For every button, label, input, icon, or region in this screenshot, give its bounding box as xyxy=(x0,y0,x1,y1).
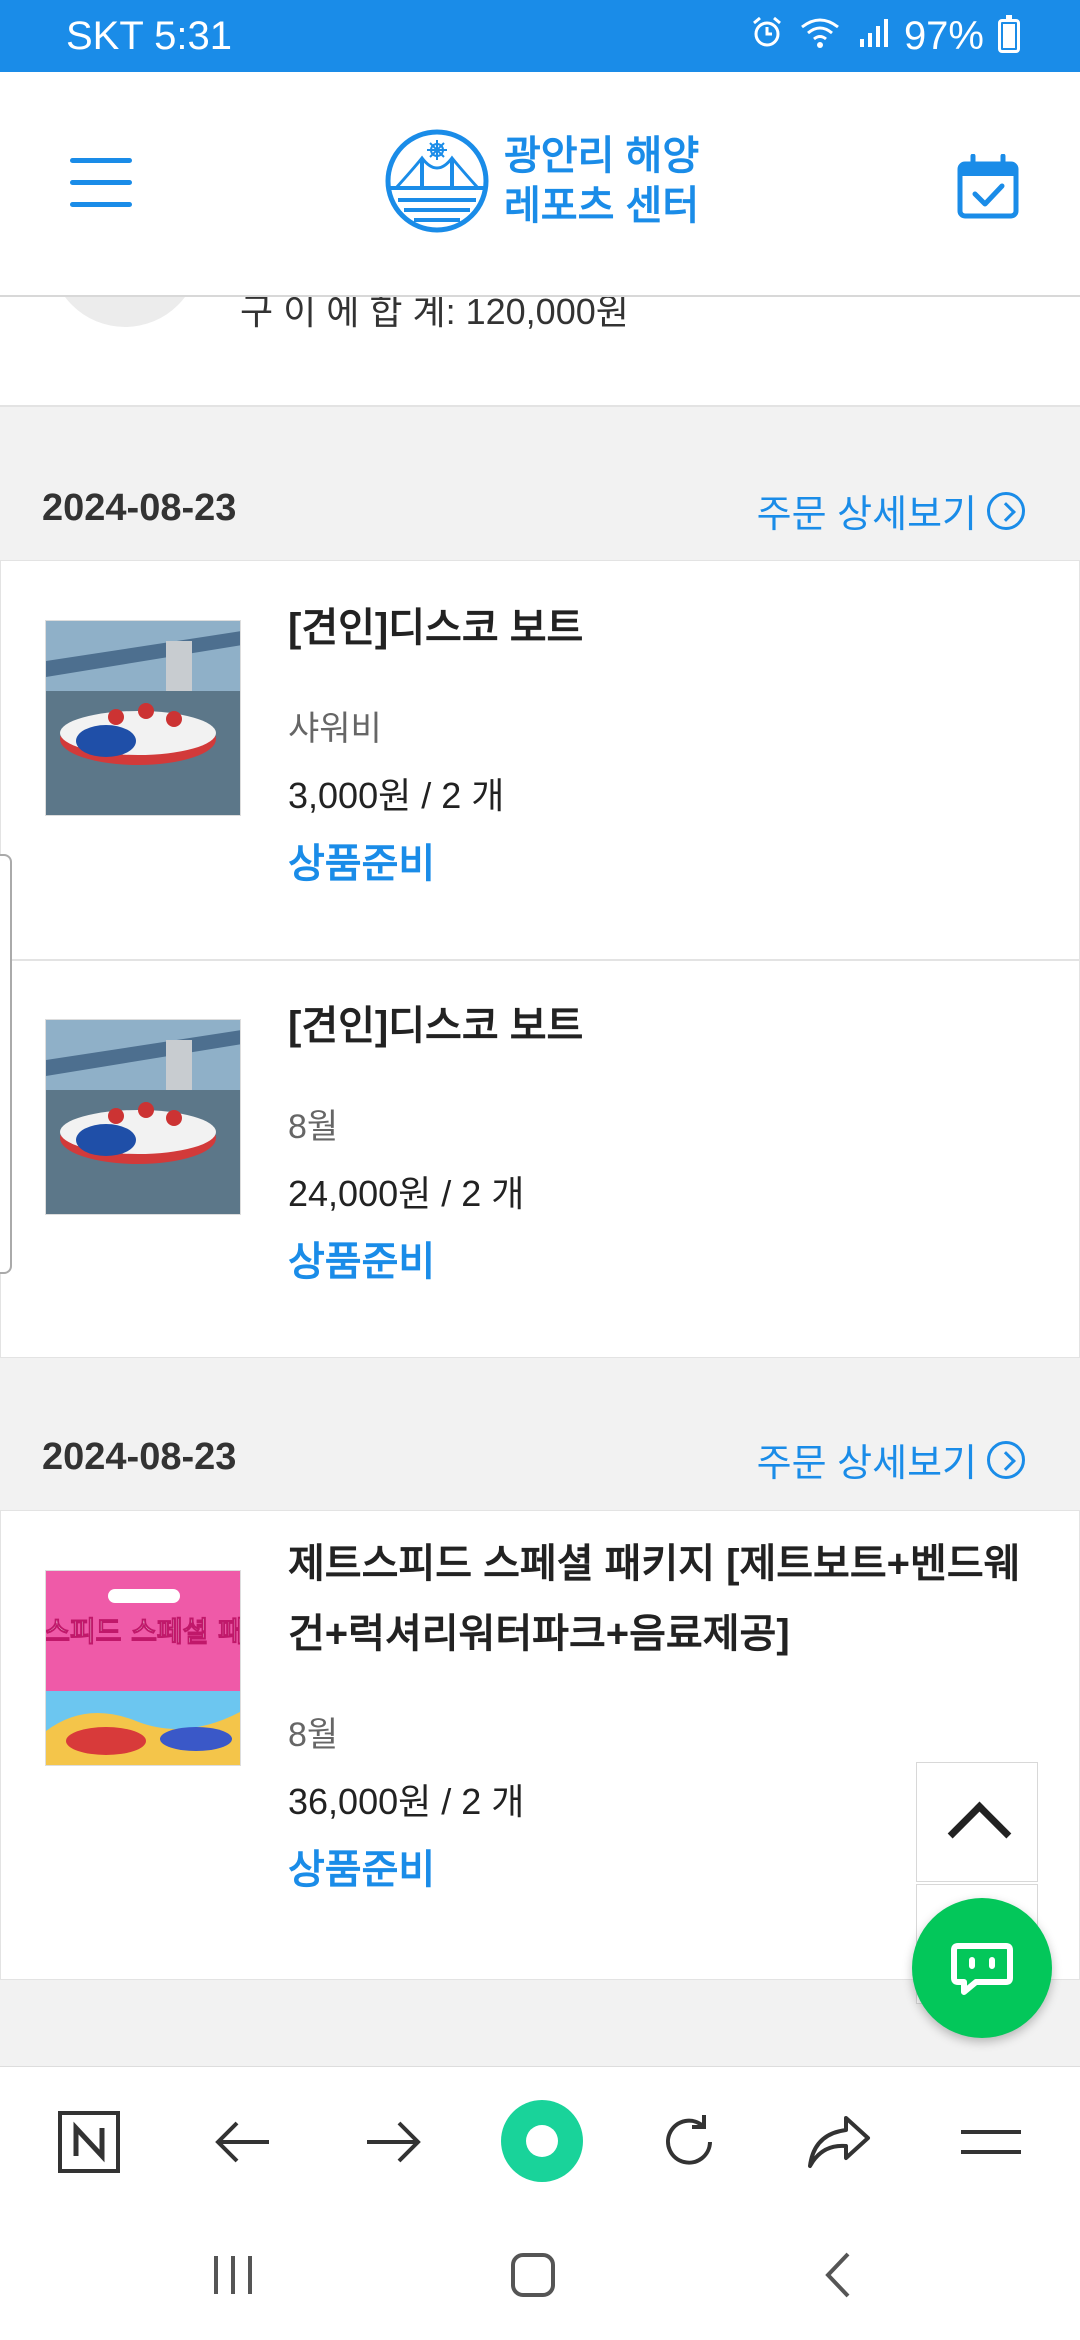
chat-button[interactable] xyxy=(912,1898,1052,2038)
order-status: 상품준비 xyxy=(288,1848,436,1892)
naver-home-button[interactable] xyxy=(54,2107,124,2177)
arrow-right-icon xyxy=(367,2121,421,2163)
product-name: 제트스피드 스페셜 패키지 [제트보트+벤드웨건+럭셔리워터파크+음료제공] xyxy=(288,1542,1021,1656)
order-status: 상품준비 xyxy=(288,1240,436,1284)
product-price: 24,000원 / 2 개 xyxy=(288,1173,525,1214)
order-summary-partial: 구 이 에 합 계: 120,000원 xyxy=(0,297,1080,407)
bridge-logo-icon xyxy=(385,129,489,233)
battery-icon xyxy=(998,15,1020,53)
order-date: 2024-08-23 xyxy=(42,487,237,529)
system-nav-bar xyxy=(0,2214,1080,2340)
product-price: 3,000원 / 2 개 xyxy=(288,775,505,816)
refresh-button[interactable] xyxy=(654,2107,724,2177)
alarm-icon xyxy=(750,14,784,59)
signal-icon xyxy=(856,14,890,59)
order-status: 상품준비 xyxy=(288,842,436,886)
wifi-icon xyxy=(798,14,842,59)
product-name: [견인]디스코 보트 xyxy=(288,606,584,650)
scroll-to-top-button[interactable] xyxy=(916,1762,1038,1882)
product-thumbnail: 제트스피드 스페셜 패키지 xyxy=(45,1570,241,1766)
green-dot-button[interactable] xyxy=(500,2099,584,2183)
back-icon[interactable] xyxy=(818,2250,858,2300)
battery-percent: 97% xyxy=(903,13,984,58)
product-name: [견인]디스코 보트 xyxy=(288,1004,584,1048)
chevron-circle-right-icon xyxy=(987,1440,1025,1479)
forward-button[interactable] xyxy=(358,2107,428,2177)
order-group-header: 2024-08-23 주문 상세보기 xyxy=(0,1358,1080,1508)
chevron-circle-right-icon xyxy=(987,491,1025,530)
product-price: 36,000원 / 2 개 xyxy=(288,1781,525,1822)
logo-line2: 레포츠 센터 xyxy=(504,184,700,228)
green-dot-icon xyxy=(501,2100,583,2182)
order-item[interactable]: [견인]디스코 보트 샤워비 3,000원 / 2 개 상품준비 xyxy=(0,560,1080,960)
order-item[interactable]: [견인]디스코 보트 8월 24,000원 / 2 개 상품준비 xyxy=(0,960,1080,1358)
product-option: 샤워비 xyxy=(288,710,382,748)
share-arrow-icon xyxy=(808,2116,870,2168)
menu-button[interactable] xyxy=(70,158,132,208)
thumbnail-title: 제트스피드 스페셜 패키지 xyxy=(46,1615,241,1648)
product-option: 8월 xyxy=(288,1108,339,1146)
order-date: 2024-08-23 xyxy=(42,1436,237,1478)
summary-text: 구 이 에 합 계: 120,000원 xyxy=(240,297,629,332)
side-panel-handle[interactable] xyxy=(0,854,12,1274)
order-detail-link[interactable]: 주문 상세보기 xyxy=(757,1432,1025,1487)
site-logo[interactable]: 광안리 해양 레포츠 센터 xyxy=(384,128,699,234)
arrow-left-icon xyxy=(215,2121,269,2163)
carrier-time: SKT 5:31 xyxy=(66,13,233,58)
app-header: 광안리 해양 레포츠 센터 xyxy=(0,72,1080,297)
product-option: 8월 xyxy=(288,1716,339,1754)
chat-icon xyxy=(951,1943,1013,1995)
product-thumbnail xyxy=(45,1019,241,1215)
logo-line1: 광안리 해양 xyxy=(504,134,700,178)
order-group-header: 2024-08-23 주문 상세보기 xyxy=(0,409,1080,559)
recent-apps-icon[interactable] xyxy=(208,2250,258,2300)
home-icon[interactable] xyxy=(508,2250,558,2300)
naver-n-icon xyxy=(58,2111,120,2173)
summary-avatar xyxy=(50,297,200,327)
browser-menu-button[interactable] xyxy=(956,2107,1026,2177)
refresh-icon xyxy=(666,2115,712,2165)
calendar-check-icon[interactable] xyxy=(956,154,1020,220)
back-button[interactable] xyxy=(208,2107,278,2177)
order-detail-link[interactable]: 주문 상세보기 xyxy=(757,483,1025,538)
order-detail-label: 주문 상세보기 xyxy=(756,1443,977,1485)
browser-toolbar xyxy=(0,2066,1080,2214)
menu-lines-icon xyxy=(961,2130,1021,2154)
status-bar: SKT 5:31 97% xyxy=(0,0,1080,72)
order-detail-label: 주문 상세보기 xyxy=(756,494,977,536)
product-thumbnail xyxy=(45,620,241,816)
share-button[interactable] xyxy=(804,2107,874,2177)
